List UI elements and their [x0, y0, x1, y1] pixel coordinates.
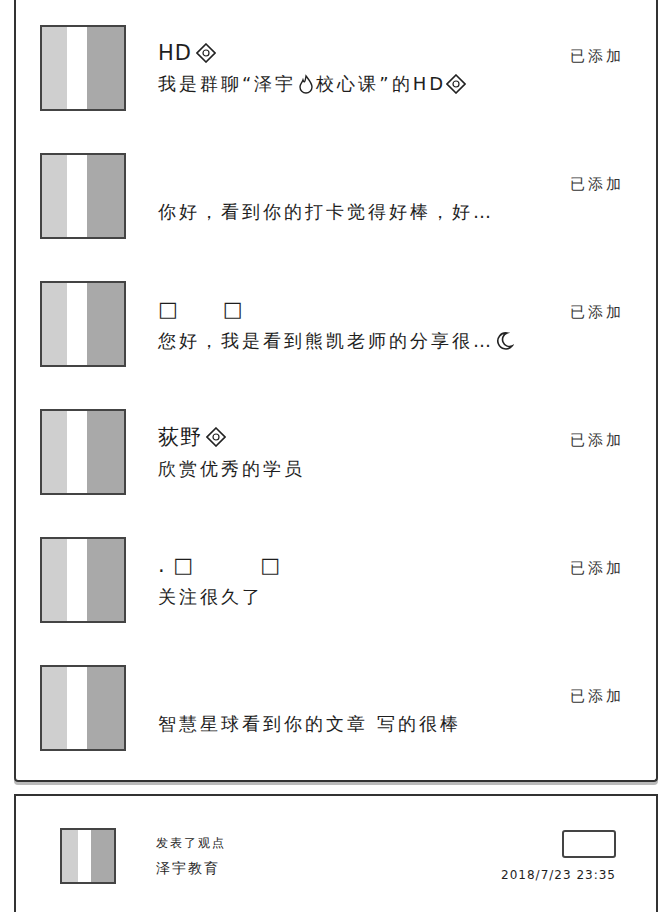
page: HD我是群聊“泽宇校心课”的HD已添加你好，看到你的打卡觉得好棒，好…已添加□ …: [0, 0, 672, 912]
request-message: 欣赏优秀的学员: [158, 457, 562, 481]
message-text: 关注很久了: [158, 585, 263, 609]
badge-icon: [206, 427, 226, 447]
status-label: 已添加: [570, 559, 624, 578]
request-row[interactable]: □ □ 您好，我是看到熊凯老师的分享很… 已添加: [16, 260, 656, 388]
status-label: 已添加: [570, 303, 624, 322]
post-avatar[interactable]: [60, 828, 116, 884]
post-card[interactable]: 发表了观点泽宇教育 2018/7/23 23:35: [14, 794, 658, 912]
request-message: 关注很久了: [158, 585, 562, 609]
request-message: 您好，我是看到熊凯老师的分享很…: [158, 329, 562, 353]
avatar[interactable]: [40, 25, 126, 111]
message-text: 你好，看到你的打卡觉得好棒，好…: [158, 200, 494, 224]
request-row[interactable]: 智慧星球看到你的文章 写的很棒 已添加: [16, 644, 656, 772]
user-name: . □ □: [158, 551, 562, 579]
message-text: 您好，我是看到熊凯老师的分享很…: [158, 329, 494, 353]
flame-icon: [296, 74, 316, 94]
more-button[interactable]: [562, 830, 616, 858]
avatar[interactable]: [40, 665, 126, 751]
status-label: 已添加: [570, 687, 624, 706]
request-message: 你好，看到你的打卡觉得好棒，好…: [158, 200, 562, 224]
post-author: 泽宇教育: [156, 860, 495, 878]
message-text: 我是群聊“泽宇: [158, 72, 296, 96]
badge-icon: [196, 43, 216, 63]
message-text: 智慧星球看到你的文章 写的很棒: [158, 712, 461, 736]
avatar[interactable]: [40, 281, 126, 367]
request-list: HD我是群聊“泽宇校心课”的HD已添加你好，看到你的打卡觉得好棒，好…已添加□ …: [14, 0, 658, 782]
user-name: HD: [158, 40, 562, 66]
request-row[interactable]: 荻野欣赏优秀的学员 已添加: [16, 388, 656, 516]
badge-icon: [446, 74, 466, 94]
avatar[interactable]: [40, 409, 126, 495]
moon-icon: [494, 331, 514, 351]
request-row[interactable]: HD 我是群聊“泽宇校心课”的HD 已添加: [16, 4, 656, 132]
avatar[interactable]: [40, 153, 126, 239]
post-time: 2018/7/23 23:35: [501, 868, 616, 882]
request-message: 我是群聊“泽宇校心课”的HD: [158, 72, 562, 96]
request-message: 智慧星球看到你的文章 写的很棒: [158, 712, 562, 736]
status-label: 已添加: [570, 175, 624, 194]
user-name: 荻野: [158, 423, 562, 451]
message-text: 校心课”的HD: [316, 72, 446, 96]
status-label: 已添加: [570, 431, 624, 450]
user-name: □ □: [158, 295, 562, 323]
post-action: 发表了观点: [156, 835, 495, 852]
status-label: 已添加: [570, 47, 624, 66]
avatar[interactable]: [40, 537, 126, 623]
message-text: 欣赏优秀的学员: [158, 457, 305, 481]
request-row[interactable]: 你好，看到你的打卡觉得好棒，好… 已添加: [16, 132, 656, 260]
request-row[interactable]: . □ □ 关注很久了 已添加: [16, 516, 656, 644]
